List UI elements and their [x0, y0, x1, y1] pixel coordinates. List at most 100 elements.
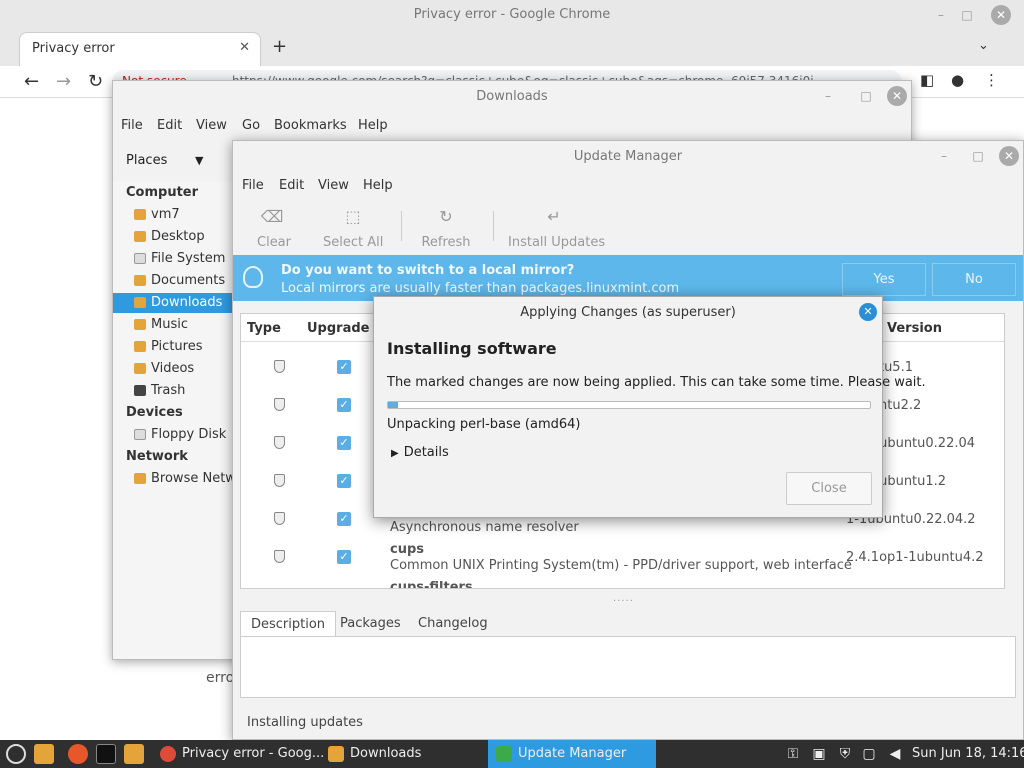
minimize-icon[interactable]: –	[935, 147, 953, 165]
shield-icon[interactable]: ⛨	[836, 745, 854, 763]
upgrade-checkbox[interactable]: ✓	[337, 436, 351, 450]
tab-changelog[interactable]: Changelog	[408, 611, 498, 637]
chevron-down-icon[interactable]: ⌄	[978, 38, 989, 53]
details-tabs: Description Packages Changelog	[240, 611, 1016, 637]
sidebar-item-trash[interactable]: Trash	[113, 381, 235, 401]
side-panel-icon[interactable]: ◧	[920, 71, 934, 89]
close-icon[interactable]: ✕	[887, 86, 907, 106]
refresh-button[interactable]: ↻ Refresh	[419, 207, 473, 250]
sidebar-item-browse-network[interactable]: Browse Network	[113, 469, 235, 489]
column-type[interactable]: Type	[247, 321, 281, 336]
folder-icon[interactable]	[34, 744, 54, 764]
sidebar-item-floppy-disk[interactable]: Floppy Disk	[113, 425, 235, 445]
maximize-icon[interactable]: □	[857, 87, 875, 105]
close-icon[interactable]: ✕	[859, 303, 877, 321]
upgrade-checkbox[interactable]: ✓	[337, 398, 351, 412]
dropdown-arrow-icon: ▼	[195, 154, 204, 167]
sidebar-item-desktop[interactable]: Desktop	[113, 227, 235, 247]
column-version[interactable]: Version	[887, 321, 942, 336]
minimize-icon[interactable]: –	[932, 6, 950, 24]
sidebar-item-downloads[interactable]: Downloads	[113, 293, 235, 313]
menu-icon[interactable]	[6, 744, 26, 764]
select-all-button[interactable]: ⬚ Select All	[323, 207, 383, 250]
menu-edit[interactable]: Edit	[157, 118, 182, 133]
mirror-no-button[interactable]: No	[932, 263, 1016, 296]
task-downloads[interactable]: Downloads	[320, 740, 480, 768]
places-label: Places	[126, 153, 168, 168]
toolbar-separator	[493, 211, 494, 241]
menu-view[interactable]: View	[318, 178, 349, 193]
clipboard-icon[interactable]: ▣	[810, 745, 828, 763]
close-button[interactable]: Close	[786, 472, 872, 505]
music-folder-icon	[134, 319, 146, 330]
details-expander[interactable]: ▶ Details	[391, 445, 449, 460]
shield-icon	[274, 550, 285, 563]
kebab-menu-icon[interactable]: ⋮	[984, 71, 999, 89]
sidebar-item-file-system[interactable]: File System	[113, 249, 235, 269]
maximize-icon[interactable]: □	[969, 147, 987, 165]
table-row[interactable]: ✓ cups-filters	[241, 578, 1004, 589]
firefox-icon[interactable]	[68, 744, 88, 764]
close-icon[interactable]: ✕	[999, 146, 1019, 166]
tab-description[interactable]: Description	[240, 611, 337, 637]
back-icon[interactable]: ←	[24, 71, 39, 92]
upgrade-checkbox[interactable]: ✓	[337, 474, 351, 488]
menu-help[interactable]: Help	[358, 118, 388, 133]
profile-icon[interactable]: ●	[951, 71, 964, 89]
key-icon[interactable]: ⚿	[784, 745, 802, 763]
clock[interactable]: Sun Jun 18, 14:16	[912, 746, 1024, 761]
upgrade-checkbox[interactable]: ✓	[337, 360, 351, 374]
terminal-icon[interactable]	[96, 744, 116, 764]
table-row[interactable]: ✓ cups Common UNIX Printing System(tm) - …	[241, 540, 1004, 578]
tab-close-icon[interactable]: ✕	[239, 40, 250, 55]
new-tab-icon[interactable]: +	[272, 36, 287, 57]
taskbar: Privacy error - Goog... Downloads Update…	[0, 740, 1024, 768]
menu-view[interactable]: View	[196, 118, 227, 133]
sidebar-item-documents[interactable]: Documents	[113, 271, 235, 291]
tab-packages[interactable]: Packages	[330, 611, 411, 637]
window-icon[interactable]: ▢	[860, 745, 878, 763]
menu-go[interactable]: Go	[242, 118, 260, 133]
column-upgrade[interactable]: Upgrade	[307, 321, 369, 336]
volume-icon[interactable]: ◀	[886, 745, 904, 763]
menu-edit[interactable]: Edit	[279, 178, 304, 193]
files-icon[interactable]	[124, 744, 144, 764]
menu-file[interactable]: File	[121, 118, 143, 133]
close-icon[interactable]: ✕	[991, 5, 1011, 25]
upgrade-checkbox[interactable]: ✓	[337, 588, 351, 589]
sidebar-section-devices: Devices	[126, 405, 183, 420]
forward-icon[interactable]: →	[56, 71, 71, 92]
places-dropdown[interactable]: Places ▼	[113, 147, 233, 175]
task-chrome[interactable]: Privacy error - Goog...	[152, 740, 324, 768]
task-update-manager[interactable]: Update Manager	[488, 740, 656, 768]
sidebar-item-pictures[interactable]: Pictures	[113, 337, 235, 357]
drive-icon	[134, 253, 146, 264]
maximize-icon[interactable]: □	[958, 6, 976, 24]
menu-help[interactable]: Help	[363, 178, 393, 193]
sidebar-item-videos[interactable]: Videos	[113, 359, 235, 379]
page-text-fragment: erro	[206, 670, 235, 686]
sidebar-item-vm7[interactable]: vm7	[113, 205, 235, 225]
update-manager-title: Update Manager	[573, 149, 683, 164]
mirror-infobar: Do you want to switch to a local mirror?…	[233, 255, 1023, 301]
menu-file[interactable]: File	[242, 178, 264, 193]
upgrade-checkbox[interactable]: ✓	[337, 550, 351, 564]
sidebar-item-music[interactable]: Music	[113, 315, 235, 335]
videos-folder-icon	[134, 363, 146, 374]
mirror-yes-button[interactable]: Yes	[842, 263, 926, 296]
shield-icon	[274, 436, 285, 449]
details-label: Details	[403, 445, 449, 460]
network-folder-icon	[134, 473, 146, 484]
folder-icon	[134, 231, 146, 242]
menu-bookmarks[interactable]: Bookmarks	[274, 118, 347, 133]
clear-button[interactable]: ⌫ Clear	[257, 207, 291, 250]
upgrade-checkbox[interactable]: ✓	[337, 512, 351, 526]
install-updates-button[interactable]: ↵ Install Updates	[508, 207, 605, 250]
shield-icon	[496, 746, 512, 762]
dialog-heading: Installing software	[387, 339, 557, 358]
update-manager-toolbar: ⌫ Clear ⬚ Select All ↻ Refresh ↵ Install…	[233, 203, 1023, 255]
minimize-icon[interactable]: –	[819, 87, 837, 105]
tab-privacy-error[interactable]: Privacy error ✕	[19, 32, 261, 66]
reload-icon[interactable]: ↻	[88, 71, 103, 92]
pane-resize-handle[interactable]: ·····	[613, 596, 634, 607]
